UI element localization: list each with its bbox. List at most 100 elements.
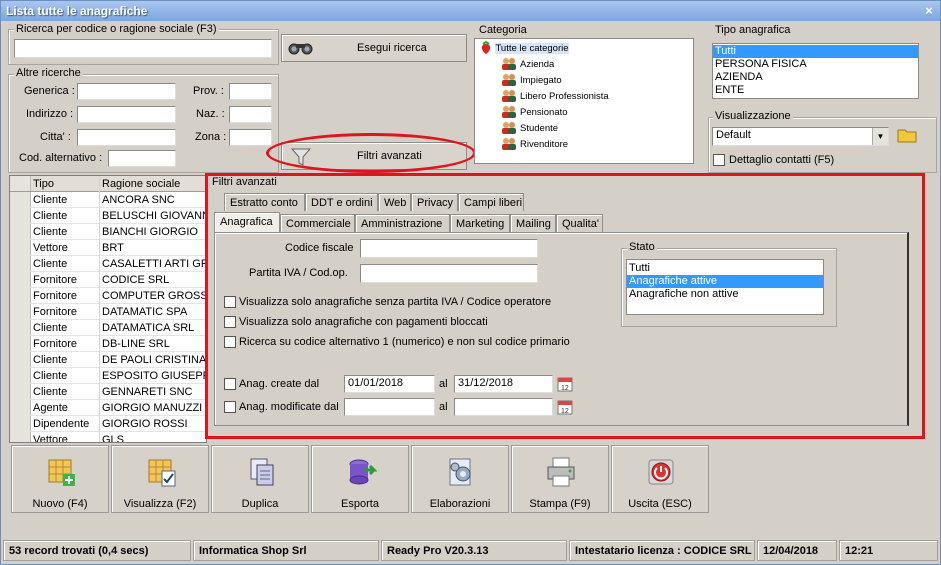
search-button[interactable]: Esegui ricerca	[281, 34, 467, 62]
stato-item[interactable]: Anagrafiche attive	[627, 275, 823, 288]
toolbar-button-label: Visualizza (F2)	[123, 498, 197, 510]
view-select[interactable]: Default ▼	[712, 127, 889, 146]
cell-ragione: GENNARETI SNC	[99, 384, 206, 400]
tree-item[interactable]: Libero Professionista	[479, 89, 693, 105]
toolbar-button-exit[interactable]: Uscita (ESC)	[611, 445, 709, 513]
stato-item[interactable]: Anagrafiche non attive	[627, 288, 823, 301]
tree-item[interactable]: Studente	[479, 121, 693, 137]
chk-create[interactable]	[224, 378, 236, 390]
tab-row2[interactable]: Anagrafica	[214, 212, 280, 232]
table-row[interactable]: Fornitore COMPUTER GROSS SP	[10, 288, 206, 304]
search-input[interactable]	[14, 39, 272, 58]
zona-input[interactable]	[229, 129, 272, 146]
calendar-icon[interactable]: 12	[557, 376, 573, 392]
tab-row1[interactable]: Privacy	[411, 193, 458, 211]
create-from-input[interactable]: 01/01/2018	[344, 375, 435, 393]
modified-label: Anag. modificate dal	[239, 401, 339, 413]
tab-row1[interactable]: Campi liberi	[458, 193, 524, 211]
tab-row2[interactable]: Marketing	[450, 214, 510, 232]
table-row[interactable]: Fornitore DB-LINE SRL	[10, 336, 206, 352]
tab-row1[interactable]: DDT e ordini	[305, 193, 378, 211]
chk-codice-alternativo[interactable]	[224, 336, 236, 348]
chk-modified[interactable]	[224, 401, 236, 413]
table-row[interactable]: Cliente DE PAOLI CRISTINA	[10, 352, 206, 368]
grid-header-ragione[interactable]: Ragione sociale	[99, 176, 206, 192]
table-row[interactable]: Agente GIORGIO MANUZZI (G	[10, 400, 206, 416]
title-bar: Lista tutte le anagrafiche ×	[1, 1, 940, 21]
indirizzo-input[interactable]	[77, 106, 176, 123]
tab-row2[interactable]: Amministrazione	[355, 214, 450, 232]
tab-row2[interactable]: Qualita'	[556, 214, 603, 232]
table-row[interactable]: Cliente CASALETTI ARTI GRA	[10, 256, 206, 272]
tree-item[interactable]: Impiegato	[479, 73, 693, 89]
table-row[interactable]: Fornitore DATAMATIC SPA	[10, 304, 206, 320]
indirizzo-label: Indirizzo :	[26, 108, 74, 120]
codice-fiscale-label: Codice fiscale	[285, 242, 354, 254]
modified-to-input[interactable]	[454, 398, 553, 416]
close-window-button[interactable]: ×	[922, 4, 936, 17]
generica-input[interactable]	[77, 83, 176, 100]
toolbar-button-printer[interactable]: Stampa (F9)	[511, 445, 609, 513]
tree-item[interactable]: Pensionato	[479, 105, 693, 121]
toolbar-button-new[interactable]: Nuovo (F4)	[11, 445, 109, 513]
cell-ragione: CODICE SRL	[99, 272, 206, 288]
tab-row2[interactable]: Commerciale	[280, 214, 355, 232]
table-row[interactable]: Cliente BIANCHI GIORGIO	[10, 224, 206, 240]
toolbar-button-export[interactable]: Esporta	[311, 445, 409, 513]
table-row[interactable]: Cliente ANCORA SNC	[10, 192, 206, 208]
table-row[interactable]: Cliente BELUSCHI GIOVANNI	[10, 208, 206, 224]
stato-item[interactable]: Tutti	[627, 262, 823, 275]
tree-item[interactable]: Azienda	[479, 57, 693, 73]
records-grid[interactable]: Tipo Ragione sociale Cliente ANCORA SNC Cl…	[9, 175, 207, 443]
tipo-item[interactable]: ENTE	[713, 84, 918, 97]
table-row[interactable]: Vettore BRT	[10, 240, 206, 256]
modified-from-input[interactable]	[344, 398, 435, 416]
tree-root[interactable]: Tutte le categorie	[479, 41, 693, 57]
dettaglio-checkbox[interactable]	[713, 154, 725, 166]
table-row[interactable]: Vettore GLS	[10, 432, 206, 442]
tipo-item[interactable]: Tutti	[713, 45, 918, 58]
prov-input[interactable]	[229, 83, 272, 100]
cod-alt-input[interactable]	[108, 150, 176, 167]
view-label: Visualizzazione	[713, 110, 793, 122]
folder-icon[interactable]	[897, 126, 917, 144]
tipo-item[interactable]: PERSONA FISICA	[713, 58, 918, 71]
chk-pagamenti-bloccati[interactable]	[224, 316, 236, 328]
toolbar-button-process[interactable]: Elaborazioni	[411, 445, 509, 513]
table-row[interactable]: Fornitore CODICE SRL	[10, 272, 206, 288]
tab-row2[interactable]: Mailing	[510, 214, 556, 232]
status-records: 53 record trovati (0,4 secs)	[3, 540, 191, 561]
grid-header-tipo[interactable]: Tipo	[33, 176, 97, 192]
chk-no-piva[interactable]	[224, 296, 236, 308]
create-to-input[interactable]: 31/12/2018	[454, 375, 553, 393]
tab-row1[interactable]: Estratto conto	[224, 193, 305, 211]
tipo-item[interactable]: AZIENDA	[713, 71, 918, 84]
naz-input[interactable]	[229, 106, 272, 123]
advanced-filters-panel: Filtri avanzati Estratto conto DDT e ordi…	[205, 173, 925, 439]
codice-fiscale-input[interactable]	[360, 239, 538, 258]
table-row[interactable]: Cliente GENNARETI SNC	[10, 384, 206, 400]
tipo-listbox[interactable]: Tutti PERSONA FISICA AZIENDA ENTE	[712, 43, 919, 99]
status-time: 12:21	[839, 540, 938, 561]
toolbar-button-label: Stampa (F9)	[529, 498, 591, 510]
tree-item[interactable]: Rivenditore	[479, 137, 693, 153]
toolbar-button-view[interactable]: Visualizza (F2)	[111, 445, 209, 513]
people-icon	[502, 138, 516, 151]
table-row[interactable]: Dipendente GIORGIO ROSSI	[10, 416, 206, 432]
people-icon	[502, 90, 516, 103]
stato-listbox[interactable]: Tutti Anagrafiche attive Anagrafiche non a…	[626, 259, 824, 315]
cell-ragione: BELUSCHI GIOVANNI	[99, 208, 206, 224]
toolbar-button-label: Elaborazioni	[429, 498, 491, 510]
citta-input[interactable]	[77, 129, 176, 146]
tab-row1[interactable]: Web	[378, 193, 411, 211]
table-row[interactable]: Cliente DATAMATICA SRL	[10, 320, 206, 336]
category-tree[interactable]: Tutte le categorie Azienda Impiegato Liber…	[474, 38, 694, 164]
main-window: Lista tutte le anagrafiche × Ricerca per…	[0, 0, 941, 565]
chk-no-piva-label: Visualizza solo anagrafiche senza partit…	[239, 296, 552, 308]
partita-iva-input[interactable]	[360, 264, 538, 283]
toolbar-button-label: Esporta	[341, 498, 379, 510]
toolbar-button-duplicate[interactable]: Duplica	[211, 445, 309, 513]
calendar-icon[interactable]: 12	[557, 399, 573, 415]
table-row[interactable]: Cliente ESPOSITO GIUSEPPE	[10, 368, 206, 384]
cell-tipo: Cliente	[33, 354, 68, 366]
